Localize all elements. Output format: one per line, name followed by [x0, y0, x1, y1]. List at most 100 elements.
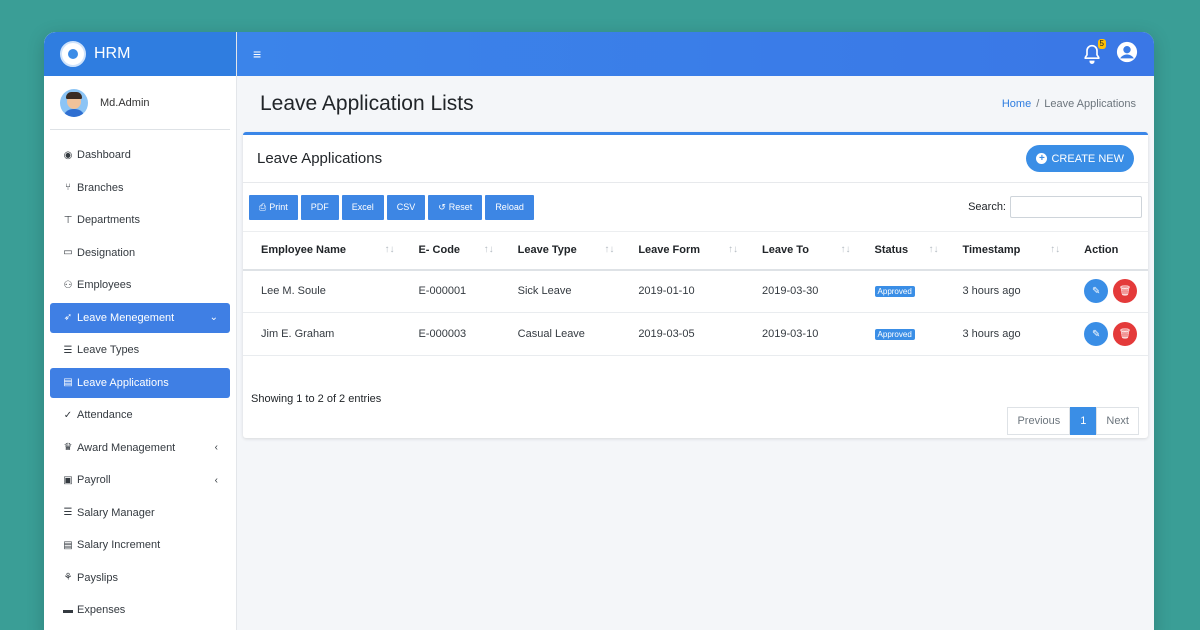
sort-icon[interactable]: ↑↓ [604, 244, 614, 255]
sidebar-item-salary-increment[interactable]: ▤ Salary Increment [50, 530, 230, 561]
pagination-next[interactable]: Next [1096, 407, 1139, 435]
sidebar-item-label: Departments [77, 214, 140, 227]
list-icon: ☰ [63, 344, 73, 356]
plus-circle-icon: + [1036, 153, 1048, 164]
undo-icon: ↺ [438, 201, 446, 212]
file-icon: ▤ [63, 539, 73, 551]
sitemap-icon: ⊤ [63, 214, 73, 226]
sidebar-item-leave-applications[interactable]: ▤ Leave Applications [50, 367, 230, 398]
brand-header[interactable]: HRM [44, 32, 236, 76]
sort-icon[interactable]: ↑↓ [928, 244, 938, 255]
sidebar-item-expenses[interactable]: ▬ Expenses [50, 595, 230, 626]
sidebar-item-employees[interactable]: ⚇ Employees [50, 270, 230, 301]
sidebar-item-designation[interactable]: ▭ Designation [50, 238, 230, 269]
sidebar-item-label: Salary Increment [77, 539, 161, 552]
hamburger-icon[interactable]: ≡ [253, 46, 261, 62]
breadcrumb-home[interactable]: Home [1002, 98, 1031, 110]
edit-icon[interactable]: ✎ [1084, 322, 1109, 346]
print-button[interactable]: ⎙ Print [249, 194, 298, 220]
sidebar-item-label: Branches [77, 181, 124, 194]
column-header[interactable]: Employee Name ↑↓ [243, 231, 401, 271]
table-cell: 3 hours ago [944, 269, 1067, 313]
money-icon: ▣ [63, 474, 73, 486]
sidebar-item-leave-types[interactable]: ☰ Leave Types [50, 335, 230, 366]
trophy-icon: ♛ [63, 442, 73, 454]
sidebar-item-award-menagement[interactable]: ♛ Award Menagement ‹ [50, 433, 230, 464]
sort-icon[interactable]: ↑↓ [1050, 244, 1060, 255]
sidebar-item-label: Leave Types [77, 344, 140, 357]
sidebar-item-departments[interactable]: ⊤ Departments [50, 205, 230, 236]
sort-icon[interactable]: ↑↓ [841, 244, 851, 255]
search-input[interactable] [1010, 196, 1142, 218]
notification-badge: 5 [1097, 39, 1106, 49]
sidebar-item-label: Payroll [77, 474, 111, 487]
sort-icon[interactable]: ↑↓ [384, 244, 394, 255]
sort-icon[interactable]: ↑↓ [728, 244, 738, 255]
action-cell: ✎ 🗑 [1066, 269, 1148, 313]
credit-card-icon: ▬ [63, 604, 73, 616]
column-header[interactable]: Leave To ↑↓ [744, 231, 857, 271]
excel-button[interactable]: Excel [341, 194, 384, 220]
users-icon: ⚇ [63, 279, 73, 291]
pdf-button[interactable]: PDF [300, 194, 339, 220]
table-cell: Casual Leave [499, 312, 621, 356]
table-cell: Jim E. Graham [243, 312, 401, 356]
search: Search: [968, 196, 1142, 218]
csv-button[interactable]: CSV [386, 194, 426, 220]
sidebar-item-salary-manager[interactable]: ☰ Salary Manager [50, 498, 230, 529]
sidebar-item-label: Attendance [77, 409, 133, 422]
chevron-left-icon: ‹ [214, 442, 218, 454]
breadcrumb: Home / Leave Applications [1002, 98, 1136, 110]
trash-icon[interactable]: 🗑 [1113, 322, 1138, 346]
status-cell: Approved [856, 269, 945, 313]
create-new-label: CREATE NEW [1051, 152, 1124, 165]
breadcrumb-current: Leave Applications [1044, 98, 1136, 110]
sidebar-item-label: Leave Menegement [77, 311, 175, 324]
sidebar-item-branches[interactable]: ⑂ Branches [50, 173, 230, 204]
app-window: HRM Md.Admin ◉ Dashboard ⑂ Branches ⊤ Departm… [44, 32, 1154, 630]
pagination-previous[interactable]: Previous [1007, 407, 1071, 435]
sidebar-item-label: Award Menagement [77, 441, 176, 454]
chevron-left-icon: ‹ [214, 474, 218, 486]
edit-icon[interactable]: ✎ [1084, 279, 1109, 304]
reset-button[interactable]: ↺ Reset [428, 194, 483, 220]
table-info: Showing 1 to 2 of 2 entries [251, 393, 382, 405]
table-cell: 2019-03-30 [744, 269, 857, 313]
table-cell: 2019-03-10 [744, 312, 857, 356]
column-header[interactable]: Timestamp ↑↓ [944, 231, 1067, 271]
user-circle-icon[interactable] [1116, 41, 1138, 68]
column-header[interactable]: E- Code ↑↓ [400, 231, 500, 271]
column-header[interactable]: Leave Type ↑↓ [499, 231, 621, 271]
create-new-button[interactable]: + CREATE NEW [1026, 145, 1134, 172]
sort-icon[interactable]: ↑↓ [484, 244, 494, 255]
reload-button[interactable]: Reload [485, 194, 534, 220]
sidebar-item-payroll[interactable]: ▣ Payroll ‹ [50, 465, 230, 496]
hand-holding-icon: ⚘ [63, 572, 73, 584]
pagination-page-1[interactable]: 1 [1070, 407, 1097, 435]
column-header[interactable]: Action [1066, 231, 1148, 271]
sidebar: HRM Md.Admin ◉ Dashboard ⑂ Branches ⊤ Departm… [44, 32, 237, 630]
main-content: Leave Application Lists Home / Leave Appli… [237, 76, 1154, 630]
column-header[interactable]: Leave Form ↑↓ [620, 231, 745, 271]
table-cell: 2019-01-10 [620, 269, 745, 313]
id-card-icon: ▭ [63, 247, 73, 259]
dashboard-icon: ◉ [63, 149, 73, 161]
sidebar-item-leave-menegement[interactable]: ➶ Leave Menegement ⌄ [50, 302, 230, 333]
sidebar-item-attendance[interactable]: ✓ Attendance [50, 400, 230, 431]
sidebar-item-payslips[interactable]: ⚘ Payslips [50, 563, 230, 594]
user-check-icon: ✓ [63, 409, 73, 421]
trash-icon[interactable]: 🗑 [1113, 279, 1138, 304]
user-panel[interactable]: Md.Admin [50, 76, 230, 130]
sidebar-item-label: Designation [77, 246, 136, 259]
table-cell: 2019-03-05 [620, 312, 745, 356]
table-cell: 3 hours ago [944, 312, 1067, 356]
column-header[interactable]: Status ↑↓ [856, 231, 945, 271]
page-title: Leave Application Lists [260, 92, 474, 115]
table-cell: E-000001 [400, 269, 500, 313]
chevron-down-icon: ⌄ [209, 312, 218, 324]
logo-icon [60, 41, 86, 67]
action-cell: ✎ 🗑 [1066, 312, 1148, 356]
sidebar-item-dashboard[interactable]: ◉ Dashboard [50, 140, 230, 171]
bell-icon[interactable]: 5 [1082, 39, 1106, 65]
rocket-icon: ➶ [63, 312, 73, 324]
